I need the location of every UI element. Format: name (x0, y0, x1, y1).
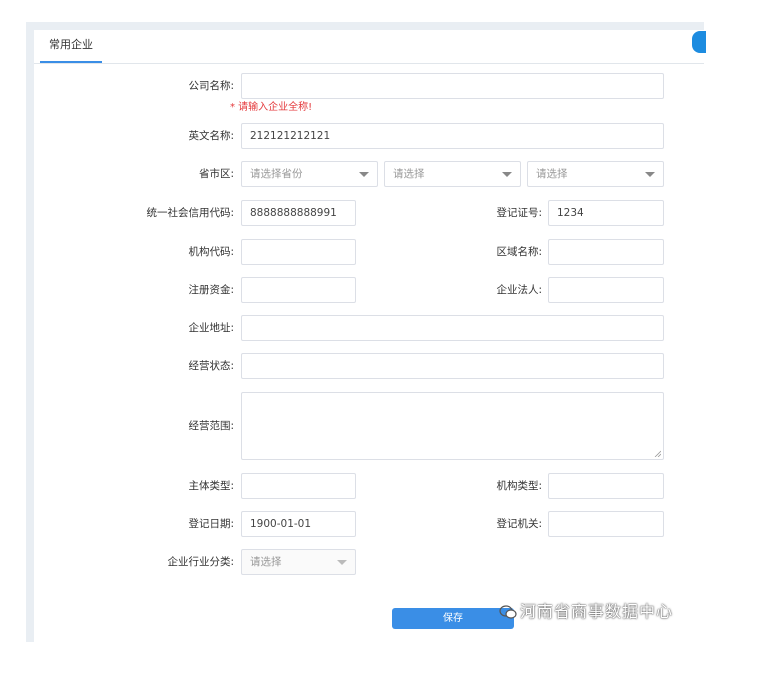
legal-person-input[interactable] (548, 277, 664, 303)
district-select-text: 请选择 (536, 168, 568, 180)
company-name-label: 公司名称: (188, 80, 234, 92)
wechat-icon (499, 605, 517, 619)
credit-code-input[interactable]: 8888888888991 (241, 200, 356, 226)
company-name-error: * 请输入企业全称! (230, 102, 313, 113)
city-select-text: 请选择 (393, 168, 425, 180)
region-label: 省市区: (198, 168, 234, 180)
register-no-input[interactable]: 1234 (548, 200, 664, 226)
reg-capital-input[interactable] (241, 277, 356, 303)
legal-person-label: 企业法人: (496, 284, 542, 296)
industry-select-text: 请选择 (250, 556, 282, 568)
reg-date-label: 登记日期: (188, 518, 234, 530)
chevron-down-icon (337, 560, 347, 565)
reg-authority-label: 登记机关: (496, 518, 542, 530)
province-select[interactable]: 请选择省份 (241, 161, 378, 187)
reg-authority-input[interactable] (548, 511, 664, 537)
resize-handle-icon[interactable] (654, 450, 661, 457)
biz-scope-textarea[interactable] (241, 392, 664, 460)
biz-scope-label: 经营范围: (188, 420, 234, 432)
company-name-input[interactable] (241, 73, 664, 99)
org-type-input[interactable] (548, 473, 664, 499)
watermark-text: 河南省商事数据中心 (520, 602, 674, 621)
org-code-input[interactable] (241, 239, 356, 265)
area-name-label: 区域名称: (496, 246, 542, 258)
org-code-label: 机构代码: (188, 246, 234, 258)
tab-common-enterprise[interactable]: 常用企业 (40, 30, 102, 63)
tab-bar: 常用企业 (34, 30, 704, 64)
register-no-label: 登记证号: (496, 207, 542, 219)
city-select[interactable]: 请选择 (384, 161, 521, 187)
area-name-input[interactable] (548, 239, 664, 265)
chevron-down-icon (502, 172, 512, 177)
address-input[interactable] (241, 315, 664, 341)
reg-capital-label: 注册资金: (188, 284, 234, 296)
address-label: 企业地址: (188, 322, 234, 334)
side-toggle-button[interactable] (692, 31, 706, 53)
save-button[interactable]: 保存 (392, 608, 514, 629)
entity-type-input[interactable] (241, 473, 356, 499)
province-select-text: 请选择省份 (250, 168, 303, 180)
entity-type-label: 主体类型: (188, 480, 234, 492)
biz-status-label: 经营状态: (188, 360, 234, 372)
english-name-label: 英文名称: (188, 130, 234, 142)
industry-label: 企业行业分类: (167, 556, 234, 568)
reg-date-input[interactable]: 1900-01-01 (241, 511, 356, 537)
credit-code-label: 统一社会信用代码: (146, 207, 234, 219)
chevron-down-icon (359, 172, 369, 177)
org-type-label: 机构类型: (496, 480, 542, 492)
district-select[interactable]: 请选择 (527, 161, 664, 187)
english-name-input[interactable]: 212121212121 (241, 123, 664, 149)
industry-select[interactable]: 请选择 (241, 549, 356, 575)
biz-status-input[interactable] (241, 353, 664, 379)
chevron-down-icon (645, 172, 655, 177)
